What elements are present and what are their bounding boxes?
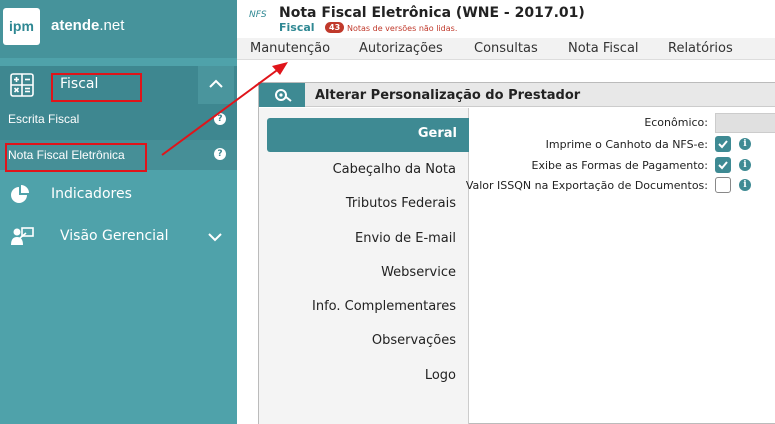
tab-cabecalho-da-nota[interactable]: Cabeçalho da Nota — [333, 162, 456, 177]
sidebar-item-indicadores[interactable]: Indicadores — [0, 175, 237, 215]
help-icon[interactable]: ? — [214, 113, 226, 125]
formas-pagamento-checkbox[interactable] — [715, 157, 731, 173]
sidebar: ipm atende.net Fiscal Escrita Fiscal ? N… — [0, 0, 237, 424]
form-row-formas-pagamento: Exibe as Formas de Pagamento: i — [469, 156, 775, 176]
panel-title: Alterar Personalização do Prestador — [315, 88, 581, 103]
personalization-panel: Alterar Personalização do Prestador Gera… — [258, 82, 775, 424]
tab-tributos-federais[interactable]: Tributos Federais — [346, 196, 456, 211]
brand-bar: ipm atende.net — [0, 0, 237, 58]
menu-autorizacoes[interactable]: Autorizações — [359, 41, 443, 56]
economico-field[interactable] — [715, 113, 775, 133]
unread-notes-badge[interactable]: 43 — [325, 22, 345, 33]
brand-name: atende.net — [51, 17, 124, 34]
chevron-up-icon — [209, 79, 223, 88]
valor-issqn-label: Valor ISSQN na Exportação de Documentos: — [465, 179, 708, 192]
menu-relatorios[interactable]: Relatórios — [668, 41, 733, 56]
settings-icon — [275, 89, 292, 102]
panel-header: Alterar Personalização do Prestador — [259, 83, 775, 107]
panel-icon-area — [259, 83, 305, 107]
tab-logo[interactable]: Logo — [425, 368, 456, 383]
sidebar-item-label: Escrita Fiscal — [8, 112, 80, 126]
chevron-down-icon — [208, 233, 222, 242]
menu-manutencao[interactable]: Manutenção — [250, 41, 330, 56]
sidebar-item-label: Visão Gerencial — [60, 228, 169, 244]
form-row-imprime-canhoto: Imprime o Canhoto da NFS-e: i — [469, 135, 775, 155]
tab-envio-de-email[interactable]: Envio de E-mail — [355, 231, 456, 246]
imprime-canhoto-checkbox[interactable] — [715, 136, 731, 152]
presenter-icon — [11, 227, 34, 245]
brand-name-bold: atende — [51, 17, 100, 34]
info-icon[interactable]: i — [739, 138, 751, 150]
help-icon[interactable]: ? — [214, 148, 226, 160]
app-header: NFS Nota Fiscal Eletrônica (WNE - 2017.0… — [237, 0, 775, 38]
formas-pagamento-label: Exibe as Formas de Pagamento: — [531, 159, 708, 172]
info-icon[interactable]: i — [739, 159, 751, 171]
sidebar-item-label: Indicadores — [51, 186, 132, 202]
tab-observacoes[interactable]: Observações — [372, 333, 456, 348]
info-icon[interactable]: i — [739, 179, 751, 191]
check-icon — [718, 140, 728, 149]
form-row-economico: Econômico: — [469, 113, 775, 133]
tab-geral[interactable]: Geral — [267, 118, 469, 152]
fiscal-collapse-toggle[interactable] — [198, 66, 234, 104]
tab-info-complementares[interactable]: Info. Complementares — [312, 299, 456, 314]
menu-bar: Manutenção Autorizações Consultas Nota F… — [237, 38, 775, 60]
economico-label: Econômico: — [644, 116, 708, 129]
highlight-box-fiscal — [51, 73, 142, 102]
ipm-logo: ipm — [3, 8, 40, 45]
calculator-icon — [10, 73, 34, 97]
check-icon — [718, 161, 728, 170]
app-module: Fiscal — [279, 21, 315, 34]
form-row-valor-issqn: Valor ISSQN na Exportação de Documentos:… — [465, 176, 775, 196]
brand-name-light: .net — [99, 17, 125, 34]
unread-notes-link[interactable]: Notas de versões não lidas. — [347, 24, 457, 33]
pie-chart-icon — [11, 185, 29, 203]
tab-label: Geral — [417, 126, 457, 141]
sidebar-item-visao-gerencial[interactable]: Visão Gerencial — [0, 217, 237, 257]
sidebar-item-escrita-fiscal[interactable]: Escrita Fiscal ? — [0, 104, 237, 134]
highlight-box-nota-fiscal — [5, 143, 147, 172]
app-title: Nota Fiscal Eletrônica (WNE - 2017.01) — [279, 5, 585, 21]
tab-list: Geral Cabeçalho da Nota Tributos Federai… — [259, 108, 469, 424]
valor-issqn-checkbox[interactable] — [715, 177, 731, 193]
imprime-canhoto-label: Imprime o Canhoto da NFS-e: — [545, 138, 708, 151]
nfse-logo: NFS — [249, 10, 267, 20]
menu-nota-fiscal[interactable]: Nota Fiscal — [568, 41, 639, 56]
menu-consultas[interactable]: Consultas — [474, 41, 538, 56]
tab-webservice[interactable]: Webservice — [381, 265, 456, 280]
